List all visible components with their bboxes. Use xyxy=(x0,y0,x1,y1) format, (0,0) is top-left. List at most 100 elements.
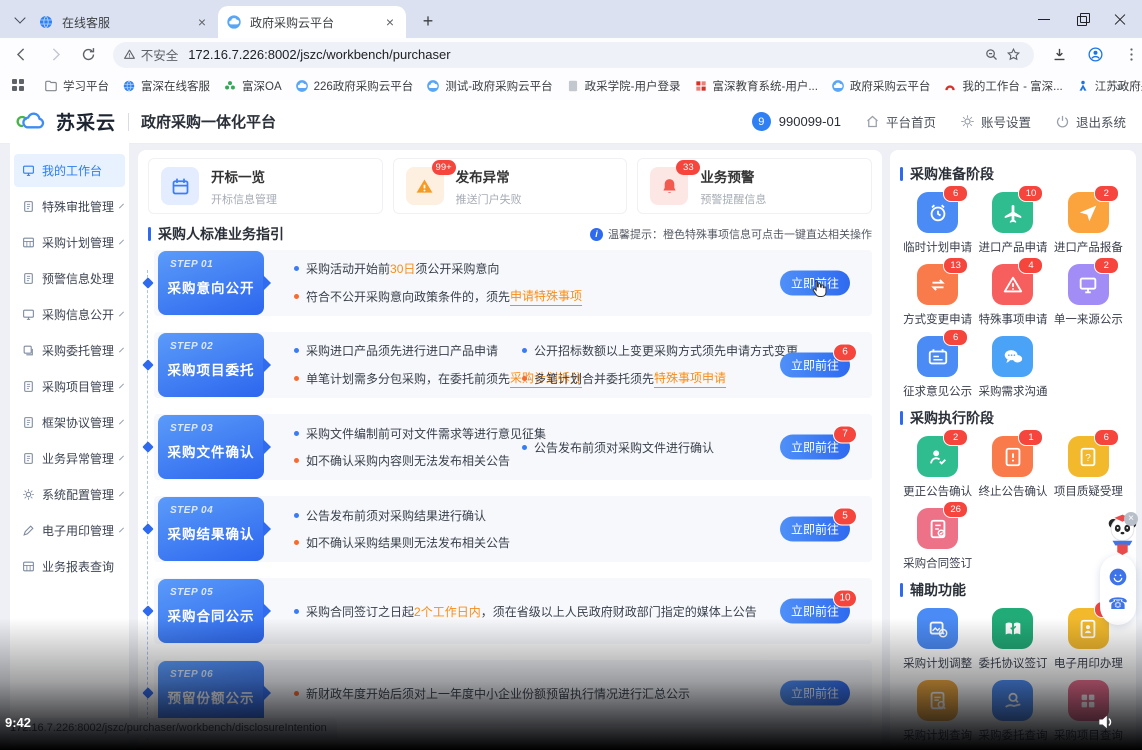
go-now-button[interactable]: 立即前往6 xyxy=(780,353,850,378)
panda-close-icon[interactable] xyxy=(1124,512,1138,526)
timeline-diamond-icon xyxy=(142,359,153,370)
mouse-cursor-icon xyxy=(808,278,830,300)
bookmark-item[interactable]: 测试-政府采购云平台 xyxy=(426,78,552,94)
step-bullets: 采购文件编制前可对文件需求等进行意见征集如不确认采购内容则无法发布相关公告 xyxy=(294,414,546,480)
feature-tile[interactable]: 采购委托查询 xyxy=(975,680,1050,746)
sidebar-item[interactable]: 采购信息公开 xyxy=(14,298,125,331)
download-icon[interactable] xyxy=(1048,44,1070,66)
tab-search-chevron-icon[interactable] xyxy=(10,9,30,29)
special-item-link[interactable]: 特殊事项申请 xyxy=(654,369,726,388)
feature-tile-label: 终止公告确认 xyxy=(978,483,1047,499)
forward-icon[interactable] xyxy=(44,43,68,67)
tab-close-icon[interactable] xyxy=(382,14,398,30)
bookmarks-overflow-icon[interactable]: » xyxy=(1116,78,1124,94)
customer-service-icon[interactable] xyxy=(1108,567,1128,587)
count-badge: 2 xyxy=(1094,257,1119,274)
summary-card[interactable]: 33业务预警预警提醒信息 xyxy=(637,158,872,214)
apps-grid-icon[interactable] xyxy=(12,79,24,93)
header-nav-home[interactable]: 平台首页 xyxy=(865,112,936,131)
power-icon xyxy=(1055,114,1070,129)
sidebar-item[interactable]: 我的工作台 xyxy=(14,154,125,187)
phone-icon[interactable] xyxy=(1108,597,1128,613)
logo-text: 苏采云 xyxy=(56,108,116,135)
feature-tile-label: 项目质疑受理 xyxy=(1054,483,1123,499)
feature-tile[interactable]: 采购需求沟通 xyxy=(975,336,1050,402)
svg-text:?: ? xyxy=(1086,453,1092,464)
bookmark-item[interactable]: 226政府采购云平台 xyxy=(295,78,414,94)
bullet-dot xyxy=(522,376,527,381)
bookmark-item[interactable]: 富深在线客服 xyxy=(122,78,210,94)
profile-avatar-icon[interactable] xyxy=(1084,44,1106,66)
bookmark-item[interactable]: 富深OA xyxy=(223,78,282,94)
go-now-button[interactable]: 立即前往5 xyxy=(780,517,850,542)
reload-icon[interactable] xyxy=(77,43,101,67)
bullet-dot xyxy=(294,376,299,381)
restore-icon[interactable] xyxy=(1076,13,1088,25)
feature-tile[interactable]: 2更正公告确认 xyxy=(900,436,975,502)
new-tab-button[interactable] xyxy=(416,10,440,34)
feature-tile[interactable]: 4特殊事项申请 xyxy=(975,264,1050,330)
chevron-down-icon xyxy=(119,491,124,496)
menu-dots-icon[interactable] xyxy=(1120,44,1142,66)
feature-tile[interactable]: 26采购合同签订 xyxy=(900,508,975,574)
sidebar-item[interactable]: 业务报表查询 xyxy=(14,550,125,583)
user-id-group[interactable]: 9 990099-01 xyxy=(752,112,841,131)
step-title: 采购文件确认 xyxy=(158,441,264,461)
feature-tile[interactable]: 6征求意见公示 xyxy=(900,336,975,402)
sidebar-item[interactable]: 电子用印管理 xyxy=(14,514,125,547)
bookmark-star-icon[interactable] xyxy=(1002,44,1024,66)
cloud-icon xyxy=(831,79,845,93)
header-nav-gear[interactable]: 账号设置 xyxy=(960,112,1031,131)
not-secure-chip[interactable]: 不安全 xyxy=(123,45,179,64)
sidebar-item[interactable]: 业务异常管理 xyxy=(14,442,125,475)
bullet-dot xyxy=(294,513,299,518)
doc-icon xyxy=(22,452,35,465)
bookmark-item[interactable]: 江苏政府采购网 xyxy=(1076,78,1142,94)
feature-tile[interactable]: 2单一来源公示 xyxy=(1051,264,1126,330)
summary-card[interactable]: 开标一览开标信息管理 xyxy=(148,158,383,214)
bookmark-item[interactable]: 政采学院-用户登录 xyxy=(566,78,681,94)
timeline-diamond-icon xyxy=(142,441,153,452)
feature-tile[interactable]: 采购计划调整 xyxy=(900,608,975,674)
special-item-link[interactable]: 申请特殊事项 xyxy=(510,287,582,306)
feature-tile[interactable]: 1终止公告确认 xyxy=(975,436,1050,502)
sidebar-item[interactable]: 系统配置管理 xyxy=(14,478,125,511)
bookmark-item[interactable]: 富深教育系统-用户... xyxy=(694,78,818,94)
go-now-button[interactable]: 立即前往 xyxy=(780,681,850,706)
summary-card[interactable]: 99+发布异常推送门户失败 xyxy=(393,158,628,214)
sidebar-item[interactable]: 采购计划管理 xyxy=(14,226,125,259)
feature-tile-label: 进口产品报备 xyxy=(1054,239,1123,255)
close-icon[interactable] xyxy=(1114,13,1126,25)
bookmark-item[interactable]: 政府采购云平台 xyxy=(831,78,931,94)
sidebar-item[interactable]: 采购委托管理 xyxy=(14,334,125,367)
feature-tile[interactable]: ?6项目质疑受理 xyxy=(1051,436,1126,502)
go-now-button[interactable]: 立即前往7 xyxy=(780,435,850,460)
bookmark-item[interactable]: 学习平台 xyxy=(44,78,109,94)
zoom-out-icon[interactable] xyxy=(980,44,1002,66)
minimize-icon[interactable] xyxy=(1038,13,1050,25)
tab-online-service[interactable]: 在线客服 xyxy=(30,6,218,38)
sidebar-item[interactable]: 框架协议管理 xyxy=(14,406,125,439)
sidebar-item[interactable]: 预警信息处理 xyxy=(14,262,125,295)
feature-tile[interactable]: 采购计划查询 xyxy=(900,680,975,746)
back-icon[interactable] xyxy=(10,43,34,67)
feature-tile[interactable]: 2进口产品报备 xyxy=(1051,192,1126,258)
grid-red-icon xyxy=(694,79,708,93)
bookmark-item[interactable]: 我的工作台 - 富深... xyxy=(943,78,1062,94)
speaker-icon[interactable] xyxy=(1096,712,1116,732)
feature-tile[interactable]: 6临时计划申请 xyxy=(900,192,975,258)
gear-icon xyxy=(960,114,975,129)
header-nav-power[interactable]: 退出系统 xyxy=(1055,112,1126,131)
bookmark-label: 政采学院-用户登录 xyxy=(585,78,681,94)
sidebar-item[interactable]: 特殊审批管理 xyxy=(14,190,125,223)
feature-tile[interactable]: 10进口产品申请 xyxy=(975,192,1050,258)
tab-procurement-platform[interactable]: 政府采购云平台 xyxy=(218,6,406,38)
address-bar[interactable]: 不安全 172.16.7.226:8002/jszc/workbench/pur… xyxy=(113,42,1034,68)
tab-close-icon[interactable] xyxy=(194,14,210,30)
feature-tile[interactable]: 13方式变更申请 xyxy=(900,264,975,330)
user-id: 990099-01 xyxy=(779,114,841,129)
step-title: 采购合同公示 xyxy=(158,605,264,625)
go-now-button[interactable]: 立即前往10 xyxy=(780,599,850,624)
sidebar-item[interactable]: 采购项目管理 xyxy=(14,370,125,403)
feature-tile[interactable]: 委托协议签订 xyxy=(975,608,1050,674)
